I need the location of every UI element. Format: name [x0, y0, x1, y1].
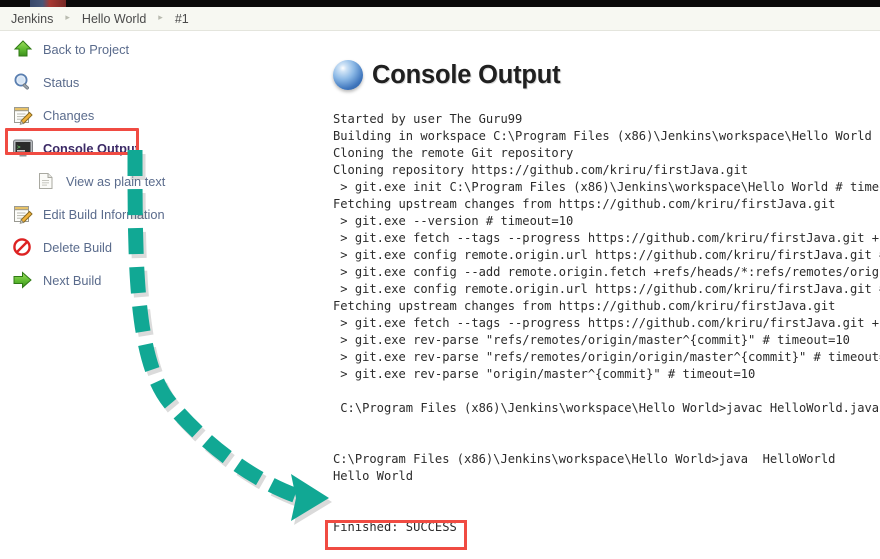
- jenkins-logo-icon: [30, 0, 66, 7]
- jenkins-console-output-page: Jenkins ▸ Hello World ▸ #1 Back to Proje…: [0, 0, 880, 559]
- page-title: Console Output: [372, 61, 560, 90]
- sidebar-item-next-build[interactable]: Next Build: [0, 269, 300, 291]
- console-log-line: > git.exe fetch --tags --progress https:…: [333, 315, 880, 332]
- console-log-link[interactable]: The Guru99: [450, 112, 523, 126]
- console-log-text-segment: > git.exe rev-parse "refs/remotes/origin…: [333, 333, 850, 347]
- console-log-line: Fetching upstream changes from https://g…: [333, 298, 880, 315]
- no-entry-icon: [12, 237, 34, 257]
- sidebar-item-view-as-plain-text[interactable]: View as plain text: [0, 170, 300, 192]
- sidebar-item-edit-build-information[interactable]: Edit Build Information: [0, 203, 300, 225]
- magnifier-icon: [12, 72, 34, 92]
- console-log-line: Started by user The Guru99: [333, 111, 880, 128]
- console-log-line: > git.exe rev-parse "refs/remotes/origin…: [333, 349, 880, 366]
- console-log-link[interactable]: https://github.com/kriru/firstJava.git: [595, 248, 872, 262]
- console-log-link[interactable]: https://github.com/kriru/firstJava.git: [559, 197, 836, 211]
- console-log-line: > git.exe config --add remote.origin.fet…: [333, 264, 880, 281]
- console-log-text-segment: > git.exe rev-parse "refs/remotes/origin…: [333, 350, 880, 364]
- sidebar-item-console-output[interactable]: >_ Console Output: [0, 137, 300, 159]
- console-log-text-segment: > git.exe config remote.origin.url: [333, 248, 595, 262]
- sidebar-item-label: Changes: [43, 108, 94, 123]
- console-log-text-segment: Building in workspace C:\Program Files (…: [333, 129, 872, 143]
- console-log-text-segment: # timeout=10: [872, 282, 880, 296]
- browser-top-bar: [0, 0, 880, 7]
- sidebar-item-label: Console Output: [43, 141, 139, 156]
- console-log-text-segment: C:\Program Files (x86)\Jenkins\workspace…: [333, 401, 879, 415]
- sidebar-item-label: Edit Build Information: [43, 207, 165, 222]
- console-log-text-segment: > git.exe init C:\Program Files (x86)\Je…: [333, 180, 880, 194]
- console-log-text-segment: > git.exe rev-parse "origin/master^{comm…: [333, 367, 755, 381]
- console-log-text-segment: Started by user: [333, 112, 450, 126]
- sidebar-item-delete-build[interactable]: Delete Build: [0, 236, 300, 258]
- console-log-link[interactable]: https://github.com/kriru/firstJava.git: [588, 231, 865, 245]
- console-log-line: > git.exe fetch --tags --progress https:…: [333, 230, 880, 247]
- console-log-line: Building in workspace C:\Program Files (…: [333, 128, 880, 145]
- blue-sphere-icon: [333, 60, 363, 90]
- sidebar-item-status[interactable]: Status: [0, 71, 300, 93]
- document-page-icon: [37, 171, 59, 191]
- console-log-text-segment: Finished: SUCCESS: [333, 520, 457, 534]
- console-output-panel: Console Output Started by user The Guru9…: [333, 55, 880, 536]
- build-sidebar: Back to Project Status: [0, 38, 300, 302]
- breadcrumb-separator-icon: ▸: [158, 12, 163, 23]
- console-log-text-segment: +refs/heads/*:refs/remotes/origin/*: [865, 316, 880, 330]
- sidebar-item-label: View as plain text: [66, 174, 165, 189]
- breadcrumb-item-hello-world[interactable]: Hello World: [82, 12, 146, 26]
- console-log-line: > git.exe rev-parse "origin/master^{comm…: [333, 366, 880, 383]
- arrow-right-green-icon: [12, 270, 34, 290]
- console-log-line: Finished: SUCCESS: [333, 519, 880, 536]
- console-log-line: [333, 502, 880, 519]
- console-log-line: Cloning the remote Git repository: [333, 145, 880, 162]
- sidebar-item-label: Status: [43, 75, 79, 90]
- sidebar-item-label: Back to Project: [43, 42, 129, 57]
- console-log-text-segment: > git.exe fetch --tags --progress: [333, 316, 588, 330]
- sidebar-item-changes[interactable]: Changes: [0, 104, 300, 126]
- arrow-up-green-icon: [12, 39, 34, 59]
- breadcrumb-separator-icon: ▸: [65, 12, 70, 23]
- console-terminal-icon: >_: [12, 138, 34, 158]
- console-log-line: [333, 434, 880, 451]
- breadcrumb-item-jenkins[interactable]: Jenkins: [11, 12, 53, 26]
- console-log-text-segment: Cloning the remote Git repository: [333, 146, 573, 160]
- sidebar-item-label: Next Build: [43, 273, 101, 288]
- console-log-line: C:\Program Files (x86)\Jenkins\workspace…: [333, 451, 880, 468]
- console-log-text-segment: > git.exe config remote.origin.url: [333, 282, 595, 296]
- page-title-row: Console Output: [333, 55, 880, 95]
- console-log-text-segment: # timeout=10: [872, 248, 880, 262]
- console-log-link[interactable]: https://github.com/kriru/firstJava.git: [559, 299, 836, 313]
- breadcrumb-item-build-number[interactable]: #1: [175, 12, 189, 26]
- console-log-line: Cloning repository https://github.com/kr…: [333, 162, 880, 179]
- breadcrumb: Jenkins ▸ Hello World ▸ #1: [0, 7, 880, 31]
- console-log-line: [333, 485, 880, 502]
- console-log-text-segment: Fetching upstream changes from: [333, 299, 559, 313]
- console-log-text-segment: Fetching upstream changes from: [333, 197, 559, 211]
- console-log-text-segment: Cloning repository: [333, 163, 471, 177]
- console-log-text-segment: +refs/heads/*:refs/remotes/origin/*: [865, 231, 880, 245]
- console-log-line: [333, 417, 880, 434]
- sidebar-item-back-to-project[interactable]: Back to Project: [0, 38, 300, 60]
- console-log-line: > git.exe --version # timeout=10: [333, 213, 880, 230]
- console-log-line: C:\Program Files (x86)\Jenkins\workspace…: [333, 400, 880, 417]
- console-log-line: > git.exe config remote.origin.url https…: [333, 281, 880, 298]
- console-log-line: > git.exe init C:\Program Files (x86)\Je…: [333, 179, 880, 196]
- console-log-text-segment: C:\Program Files (x86)\Jenkins\workspace…: [333, 452, 835, 466]
- console-log-text-segment: > git.exe --version # timeout=10: [333, 214, 573, 228]
- sidebar-item-label: Delete Build: [43, 240, 112, 255]
- console-log-text-segment: > git.exe config --add remote.origin.fet…: [333, 265, 880, 279]
- notepad-pencil-icon: [12, 204, 34, 224]
- console-log-link[interactable]: https://github.com/kriru/firstJava.git: [588, 316, 865, 330]
- console-log-text-segment: > git.exe fetch --tags --progress: [333, 231, 588, 245]
- console-log-line: > git.exe config remote.origin.url https…: [333, 247, 880, 264]
- notepad-pencil-icon: [12, 105, 34, 125]
- console-log-line: Hello World: [333, 468, 880, 485]
- console-log-text-segment: Hello World: [333, 469, 413, 483]
- console-log-line: > git.exe rev-parse "refs/remotes/origin…: [333, 332, 880, 349]
- console-log-link[interactable]: https://github.com/kriru/firstJava.git: [595, 282, 872, 296]
- console-log-line: Fetching upstream changes from https://g…: [333, 196, 880, 213]
- console-log-link[interactable]: https://github.com/kriru/firstJava.git: [471, 163, 748, 177]
- svg-text:>_: >_: [17, 144, 25, 151]
- console-log-line: [333, 383, 880, 400]
- console-log-text: Started by user The Guru99Building in wo…: [333, 111, 880, 536]
